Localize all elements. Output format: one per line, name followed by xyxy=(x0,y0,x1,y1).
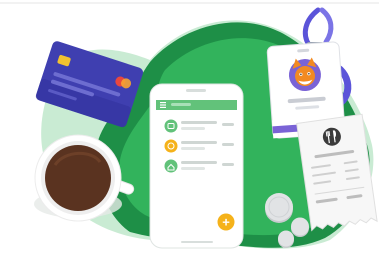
plus-icon: + xyxy=(222,215,230,230)
illustration-scene: + xyxy=(0,0,379,255)
home-icon xyxy=(164,159,178,173)
phone-header xyxy=(156,100,237,110)
coffee xyxy=(45,145,111,211)
clock-icon xyxy=(164,139,178,153)
smartphone: + xyxy=(149,83,244,249)
add-button[interactable]: + xyxy=(217,213,235,231)
card-icon xyxy=(164,119,178,133)
hamburger-icon[interactable] xyxy=(160,102,166,108)
illustration-canvas: + xyxy=(0,2,379,249)
